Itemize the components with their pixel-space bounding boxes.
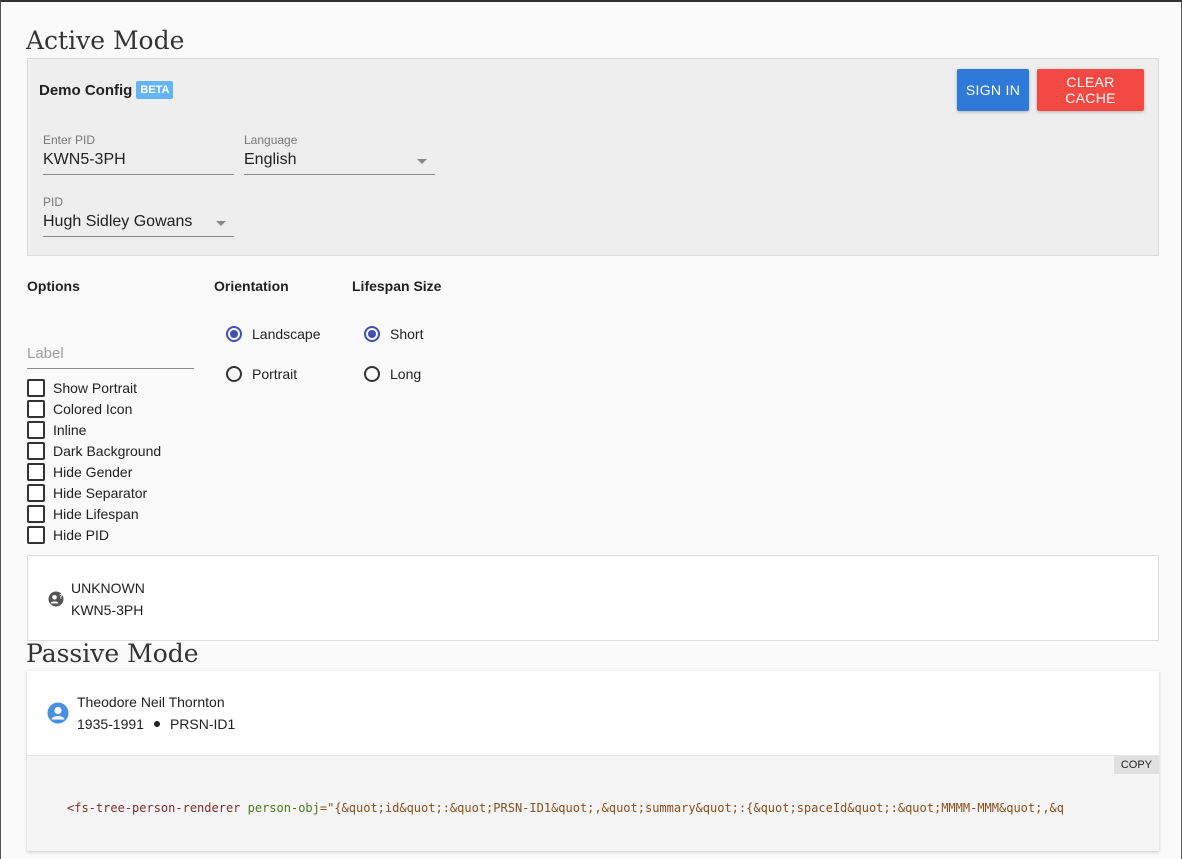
checkbox-label: Colored Icon bbox=[53, 400, 133, 417]
inline-checkbox[interactable]: Inline bbox=[27, 419, 161, 440]
radio-unselected-icon[interactable] bbox=[226, 366, 242, 382]
person-lifespan: 1935-1991 bbox=[77, 716, 144, 732]
short-radio[interactable]: Short bbox=[364, 326, 423, 342]
long-radio[interactable]: Long bbox=[364, 366, 421, 382]
demo-config-heading: Demo Config BETA bbox=[39, 81, 174, 99]
person-name[interactable]: Theodore Neil Thornton bbox=[77, 694, 225, 710]
male-person-icon bbox=[47, 702, 69, 724]
options-checkbox-list: Show Portrait Colored Icon Inline Dark B… bbox=[27, 377, 161, 545]
checkbox-box[interactable] bbox=[27, 420, 45, 439]
enter-pid-label: Enter PID bbox=[43, 133, 96, 147]
radio-label: Landscape bbox=[252, 326, 321, 342]
colored-icon-checkbox[interactable]: Colored Icon bbox=[27, 398, 161, 419]
landscape-radio[interactable]: Landscape bbox=[226, 326, 321, 342]
code-line: <fs-tree-person-renderer person-obj="{&q… bbox=[67, 801, 1139, 815]
copy-button[interactable]: COPY bbox=[1113, 756, 1159, 774]
pid-select[interactable]: PID Hugh Sidley Gowans bbox=[43, 195, 234, 237]
enter-pid-field[interactable]: Enter PID KWN5-3PH bbox=[43, 133, 234, 175]
checkbox-label: Inline bbox=[53, 421, 87, 438]
active-mode-title: Active Mode bbox=[26, 26, 185, 55]
unknown-gender-person-icon: ? bbox=[48, 591, 64, 607]
label-input[interactable]: Label bbox=[27, 345, 194, 369]
checkbox-box[interactable] bbox=[27, 483, 45, 502]
pid-select-label: PID bbox=[43, 195, 64, 209]
enter-pid-input[interactable]: KWN5-3PH bbox=[43, 151, 126, 169]
code-snippet: COPY <fs-tree-person-renderer person-obj… bbox=[27, 755, 1159, 851]
passive-mode-title: Passive Mode bbox=[26, 639, 199, 668]
svg-text:?: ? bbox=[59, 594, 63, 601]
pid-select-value: Hugh Sidley Gowans bbox=[43, 213, 193, 230]
person-pid: PRSN-ID1 bbox=[169, 716, 236, 732]
person-pid: KWN5-3PH bbox=[71, 602, 144, 618]
code-attr: person-obj bbox=[247, 801, 320, 815]
checkbox-label: Hide Separator bbox=[53, 484, 148, 501]
options-heading: Options bbox=[27, 278, 80, 294]
orientation-heading: Orientation bbox=[214, 278, 289, 294]
passive-person-card: Theodore Neil Thornton 1935-1991 PRSN-ID1… bbox=[27, 671, 1159, 851]
checkbox-label: Hide Lifespan bbox=[53, 505, 139, 522]
separator-dot-icon bbox=[153, 721, 160, 727]
radio-selected-icon[interactable] bbox=[226, 326, 242, 342]
checkbox-box[interactable] bbox=[27, 462, 45, 481]
active-person-preview[interactable]: ? UNKNOWN KWN5-3PH bbox=[27, 555, 1159, 641]
portrait-radio[interactable]: Portrait bbox=[226, 366, 297, 382]
radio-label: Long bbox=[390, 366, 422, 382]
person-name: UNKNOWN bbox=[71, 580, 145, 596]
checkbox-label: Show Portrait bbox=[53, 379, 138, 396]
radio-label: Portrait bbox=[252, 366, 298, 382]
language-select[interactable]: Language English bbox=[244, 133, 435, 175]
demo-config-panel: Demo Config BETA SIGN IN CLEAR CACHE Ente… bbox=[27, 58, 1159, 256]
radio-unselected-icon[interactable] bbox=[364, 366, 380, 382]
clear-cache-button[interactable]: CLEAR CACHE bbox=[1037, 69, 1144, 111]
checkbox-box[interactable] bbox=[27, 378, 45, 397]
lifespan-size-heading: Lifespan Size bbox=[352, 278, 442, 294]
sign-in-button[interactable]: SIGN IN bbox=[957, 69, 1029, 111]
hide-pid-checkbox[interactable]: Hide PID bbox=[27, 524, 161, 545]
person-meta: 1935-1991 PRSN-ID1 bbox=[77, 716, 235, 732]
checkbox-label: Hide Gender bbox=[53, 463, 133, 480]
checkbox-label: Hide PID bbox=[53, 526, 110, 543]
code-tag: <fs-tree-person-renderer bbox=[67, 801, 241, 815]
hide-separator-checkbox[interactable]: Hide Separator bbox=[27, 482, 161, 503]
dark-background-checkbox[interactable]: Dark Background bbox=[27, 440, 161, 461]
language-value: English bbox=[244, 151, 297, 168]
beta-badge: BETA bbox=[136, 81, 174, 99]
label-input-placeholder: Label bbox=[27, 345, 64, 362]
checkbox-box[interactable] bbox=[27, 504, 45, 523]
demo-config-title: Demo Config bbox=[39, 82, 133, 99]
language-label: Language bbox=[244, 133, 298, 147]
radio-selected-icon[interactable] bbox=[364, 326, 380, 342]
checkbox-box[interactable] bbox=[27, 441, 45, 460]
checkbox-box[interactable] bbox=[27, 399, 45, 418]
code-value: ="{&quot;id&quot;:&quot;PRSN-ID1&quot;,&… bbox=[319, 801, 1065, 815]
radio-label: Short bbox=[390, 326, 424, 342]
checkbox-label: Dark Background bbox=[53, 442, 162, 459]
dropdown-arrow-icon bbox=[216, 221, 226, 226]
dropdown-arrow-icon bbox=[417, 159, 427, 164]
hide-gender-checkbox[interactable]: Hide Gender bbox=[27, 461, 161, 482]
hide-lifespan-checkbox[interactable]: Hide Lifespan bbox=[27, 503, 161, 524]
show-portrait-checkbox[interactable]: Show Portrait bbox=[27, 377, 161, 398]
checkbox-box[interactable] bbox=[27, 525, 45, 544]
